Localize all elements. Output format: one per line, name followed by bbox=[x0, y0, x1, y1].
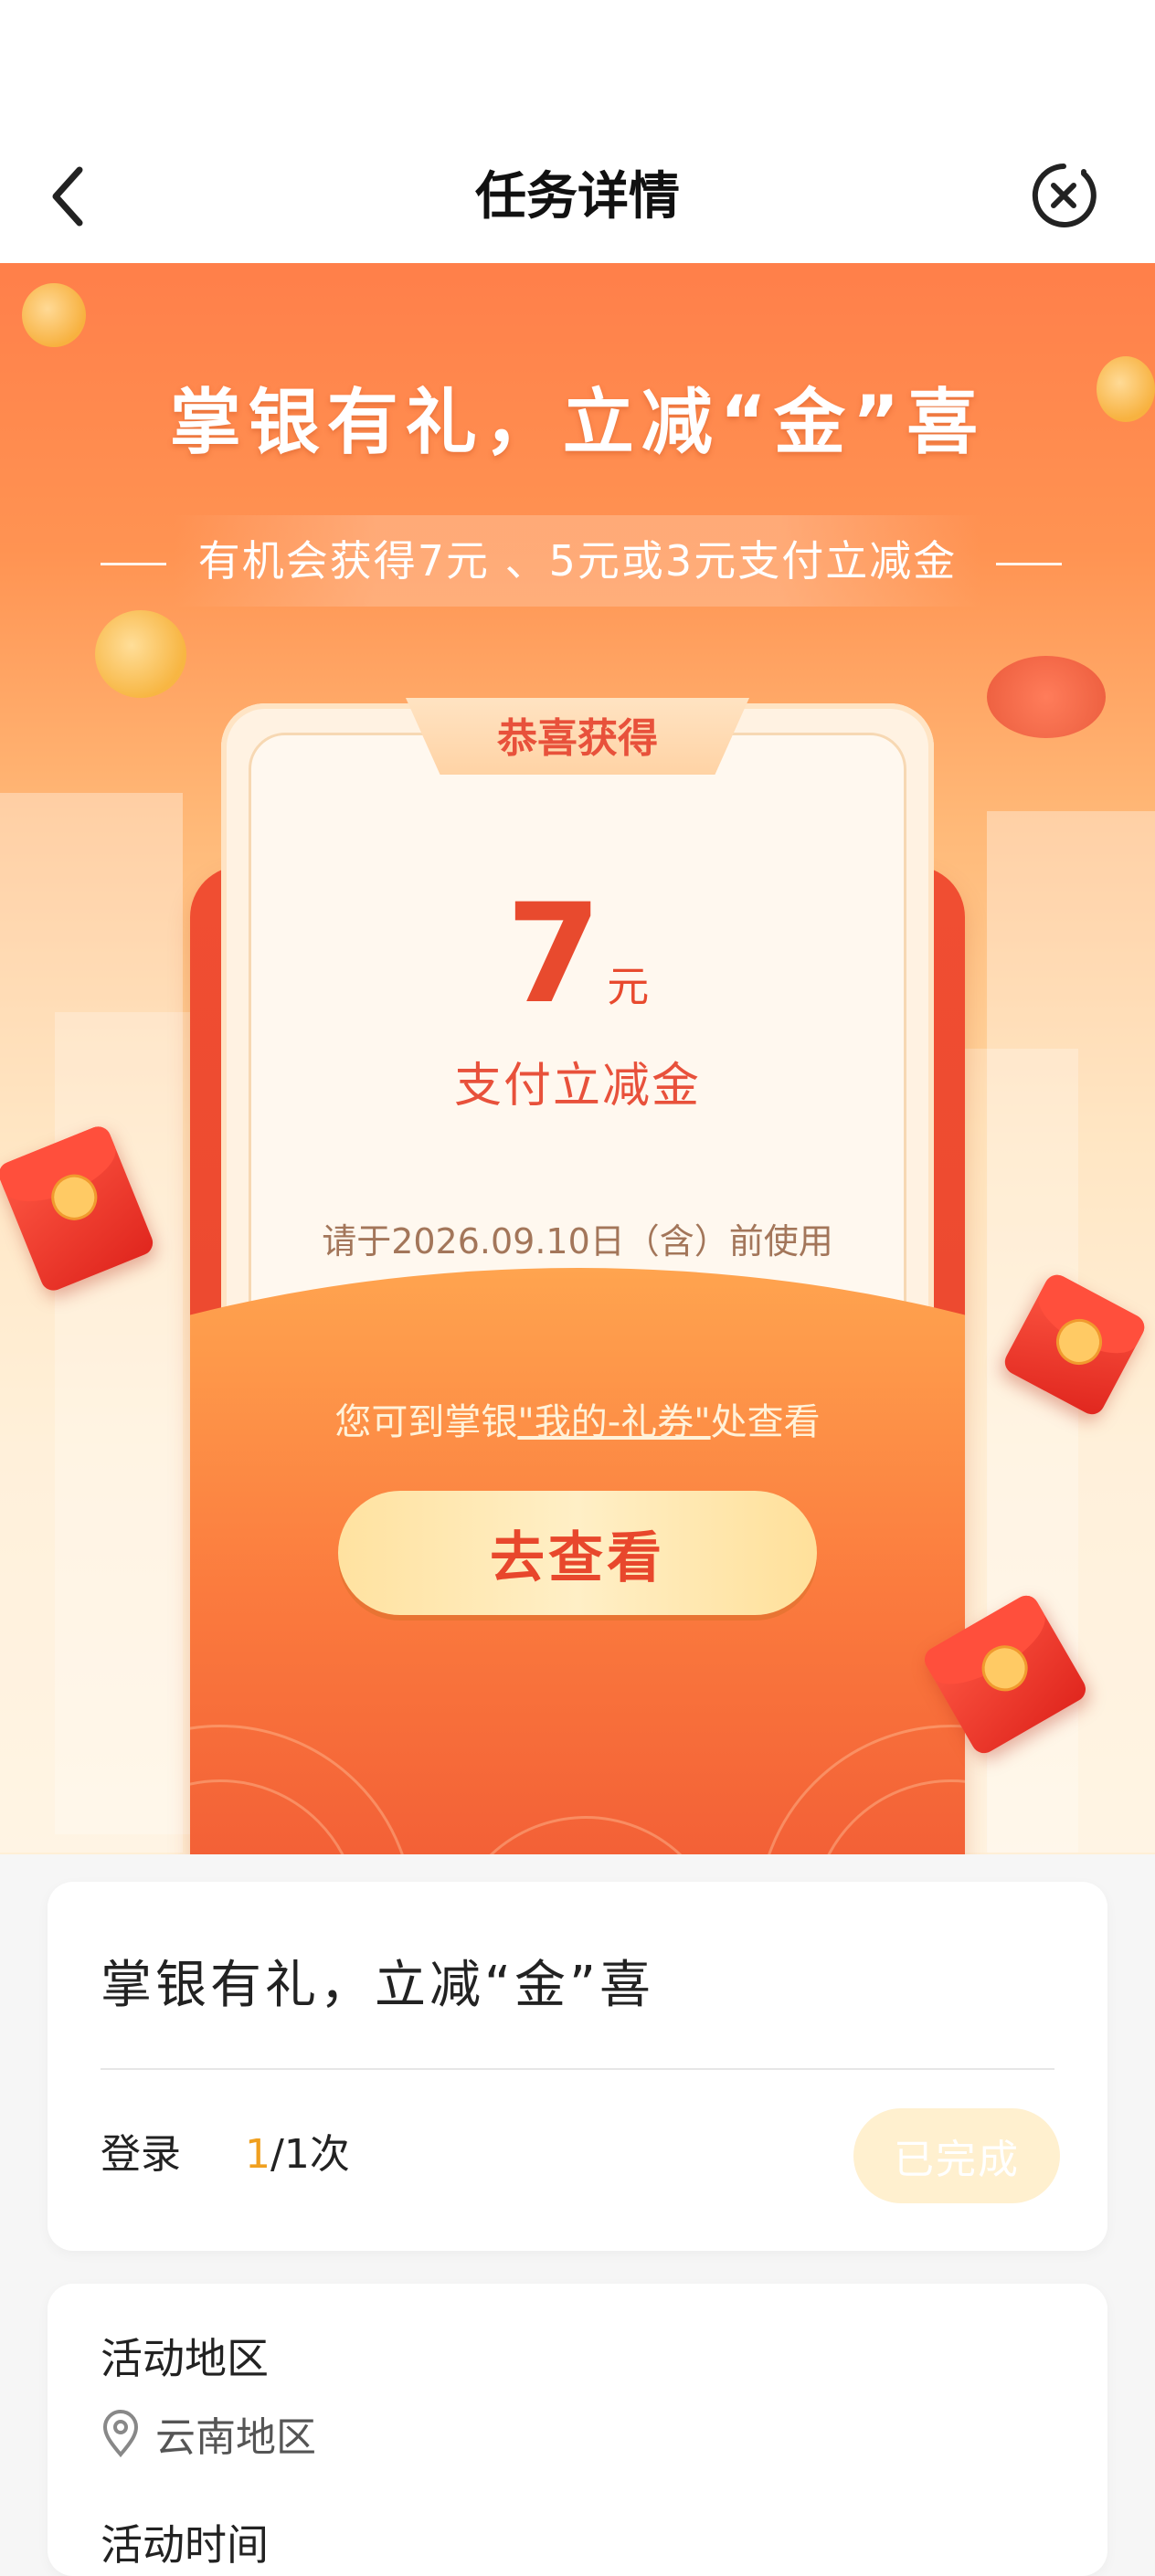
coupon-location-hint: 您可到掌银"我的-礼券"处查看 bbox=[0, 1392, 1155, 1445]
banner-subtitle: 有机会获得7元 、5元或3元支付立减金 bbox=[197, 536, 958, 586]
task-card: 掌银有礼，立减“金”喜 登录 1/1次 已完成 bbox=[48, 1882, 1107, 2251]
task-title: 掌银有礼，立减“金”喜 bbox=[101, 1956, 655, 2015]
close-circle-icon bbox=[1032, 164, 1097, 227]
decorative-arc bbox=[446, 1816, 726, 1854]
reward-banner: 掌银有礼，立减“金”喜 有机会获得7元 、5元或3元支付立减金 恭喜获得 7元 … bbox=[0, 263, 1155, 1854]
divider bbox=[101, 2068, 1054, 2070]
region-value: 云南地区 bbox=[155, 2414, 316, 2461]
gold-coin bbox=[22, 283, 86, 347]
top-nav-bar: 任务详情 bbox=[0, 0, 1155, 263]
time-section-title: 活动时间 bbox=[101, 2520, 269, 2570]
congrats-tag-label: 恭喜获得 bbox=[497, 715, 658, 762]
gold-coin bbox=[987, 656, 1106, 738]
expiry-text: 请于2026.09.10日（含）前使用 bbox=[322, 1221, 833, 1262]
view-coupon-button[interactable]: 去查看 bbox=[338, 1491, 817, 1615]
progress-total: /1次 bbox=[270, 2131, 350, 2178]
reward-type-label: 支付立减金 bbox=[453, 1059, 701, 1114]
hint-prefix: 您可到掌银 bbox=[334, 1401, 518, 1443]
banner-title: 掌银有礼，立减“金”喜 bbox=[169, 382, 986, 464]
region-row: 云南地区 bbox=[101, 2404, 316, 2463]
activity-details-card: 活动地区 云南地区 活动时间 bbox=[48, 2284, 1107, 2576]
task-action-label: 登录 bbox=[101, 2131, 181, 2178]
close-button[interactable] bbox=[1029, 161, 1098, 230]
reward-amount: 7元 bbox=[0, 875, 1155, 1034]
amount-value: 7 bbox=[505, 875, 602, 1034]
location-pin-icon bbox=[102, 2410, 139, 2458]
hint-suffix: 处查看 bbox=[710, 1401, 821, 1443]
progress-done: 1 bbox=[245, 2131, 270, 2178]
page-title: 任务详情 bbox=[475, 167, 680, 227]
decorative-arc bbox=[190, 1725, 415, 1854]
gold-coin bbox=[95, 610, 186, 698]
region-section-title: 活动地区 bbox=[101, 2334, 269, 2383]
task-progress: 1/1次 bbox=[245, 2121, 350, 2180]
amount-unit: 元 bbox=[607, 962, 650, 1011]
my-coupons-link[interactable]: "我的-礼券" bbox=[517, 1401, 710, 1443]
decorative-arc bbox=[757, 1725, 965, 1854]
status-badge: 已完成 bbox=[853, 2108, 1060, 2203]
